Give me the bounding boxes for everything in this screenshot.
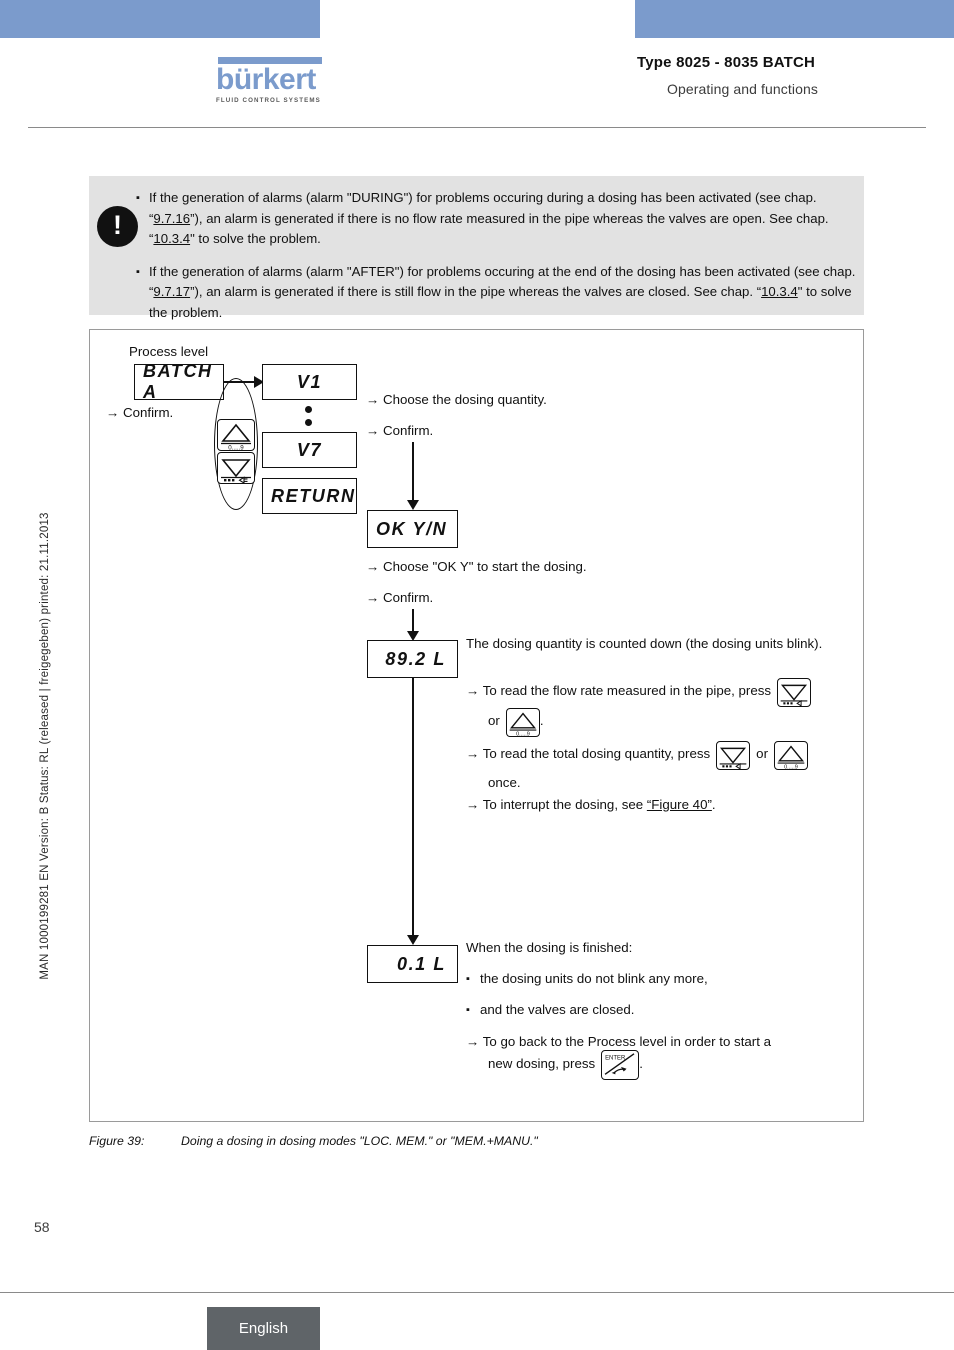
up-arrow-key[interactable]: 0.....9 bbox=[505, 708, 540, 737]
read-flow-conjunction: or bbox=[488, 713, 500, 728]
interrupt-text: → To interrupt the dosing, see bbox=[466, 797, 647, 812]
figure-caption-number: Figure 39: bbox=[89, 1134, 145, 1148]
svg-text:0.....9: 0.....9 bbox=[228, 445, 244, 451]
goback-text: → To go back to the Process level in ord… bbox=[466, 1034, 771, 1049]
connector-line bbox=[412, 678, 414, 941]
header-divider bbox=[28, 127, 926, 128]
finished-bullet-2: ▪ and the valves are closed. bbox=[466, 1000, 846, 1020]
read-flow-text: → To read the flow rate measured in the … bbox=[466, 683, 772, 698]
burkert-logo: bürkert FLUID CONTROL SYSTEMS bbox=[216, 57, 340, 104]
display-finished: 0.1 L bbox=[367, 945, 458, 983]
process-level-label: Process level bbox=[129, 344, 209, 359]
step-choose-ok: → Choose "OK Y" to start the dosing. bbox=[366, 559, 587, 574]
ellipsis-dot bbox=[305, 419, 312, 426]
note-text-part: ”), an alarm is generated if there is st… bbox=[190, 284, 762, 299]
display-batch: BATCH A bbox=[134, 361, 224, 402]
chapter-link[interactable]: 9.7.16 bbox=[153, 211, 190, 226]
note-text: If the generation of alarms (alarm "AFTE… bbox=[149, 262, 856, 324]
svg-text:ENTER: ENTER bbox=[605, 1055, 626, 1061]
finished-bullet-1-text: the dosing units do not blink any more, bbox=[480, 971, 708, 986]
note-bullet: ▪ bbox=[136, 192, 140, 204]
warning-note-box: ! ▪ If the generation of alarms (alarm "… bbox=[89, 176, 864, 320]
page-number: 58 bbox=[34, 1219, 50, 1235]
goback-instruction: → To go back to the Process level in ord… bbox=[466, 1032, 866, 1080]
confirm-label-left: → Confirm. bbox=[106, 405, 174, 420]
figure-caption-text: Doing a dosing in dosing modes "LOC. MEM… bbox=[181, 1134, 538, 1148]
step-confirm-1: → Confirm. bbox=[366, 423, 434, 438]
display-v7: V7 bbox=[262, 432, 357, 468]
down-arrow-key[interactable] bbox=[777, 678, 812, 707]
exclamation-icon: ! bbox=[97, 206, 138, 247]
read-flow-instruction: → To read the flow rate measured in the … bbox=[466, 678, 851, 737]
enter-key[interactable]: ENTER bbox=[601, 1050, 640, 1080]
interrupt-end: . bbox=[711, 797, 716, 812]
footer-divider bbox=[0, 1292, 954, 1293]
logo-wordmark: bürkert bbox=[216, 63, 316, 96]
read-total-end: once. bbox=[488, 775, 521, 790]
logo-tagline: FLUID CONTROL SYSTEMS bbox=[216, 96, 321, 104]
document-title: Type 8025 - 8035 BATCH bbox=[637, 54, 816, 71]
connector-line bbox=[412, 442, 414, 504]
ellipsis-dot bbox=[305, 406, 312, 413]
document-metadata-sidebar: MAN 1000199281 EN Version: B Status: RL … bbox=[39, 512, 51, 980]
figure-caption: Figure 39: Doing a dosing in dosing modes… bbox=[89, 1134, 538, 1148]
counting-description: The dosing quantity is counted down (the… bbox=[466, 636, 823, 651]
document-subtitle: Operating and functions bbox=[667, 81, 818, 97]
figure-39-diagram: Process level BATCH A → Confirm. V1 V7 R… bbox=[89, 329, 864, 1122]
language-tab: English bbox=[207, 1307, 320, 1350]
note-text-part: " to solve the problem. bbox=[190, 231, 321, 246]
read-total-instruction: → To read the total dosing quantity, pre… bbox=[466, 741, 866, 793]
goback-text-2: new dosing, press bbox=[488, 1056, 596, 1071]
display-return: RETURN bbox=[262, 478, 357, 514]
interrupt-instruction: → To interrupt the dosing, see “Figure 4… bbox=[466, 795, 856, 815]
chapter-link[interactable]: 10.3.4 bbox=[761, 284, 798, 299]
chapter-link[interactable]: 10.3.4 bbox=[153, 231, 190, 246]
up-arrow-key[interactable]: 0.....9 bbox=[217, 419, 255, 451]
note-text: If the generation of alarms (alarm "DURI… bbox=[149, 188, 856, 250]
arrowhead-icon bbox=[407, 935, 419, 945]
figure-link[interactable]: “Figure 40” bbox=[647, 797, 712, 812]
note-bullet: ▪ bbox=[136, 265, 140, 278]
finished-bullet-1: ▪ the dosing units do not blink any more… bbox=[466, 969, 846, 989]
read-total-text: → To read the total dosing quantity, pre… bbox=[466, 746, 711, 761]
down-arrow-key[interactable] bbox=[716, 741, 751, 770]
display-counting: 89.2 L bbox=[367, 640, 458, 678]
read-total-conjunction: or bbox=[756, 746, 768, 761]
arrowhead-icon bbox=[407, 500, 419, 510]
header-accent-bar-right bbox=[635, 0, 954, 38]
bullet-glyph: ▪ bbox=[466, 973, 470, 985]
display-v1: V1 bbox=[262, 364, 357, 400]
note-item: ▪ If the generation of alarms (alarm "AF… bbox=[136, 262, 856, 324]
down-arrow-key[interactable] bbox=[217, 452, 255, 484]
up-arrow-key[interactable]: 0.....9 bbox=[774, 741, 808, 770]
finished-bullet-2-text: and the valves are closed. bbox=[480, 1002, 635, 1017]
finished-title: When the dosing is finished: bbox=[466, 940, 633, 955]
svg-text:0.....9: 0.....9 bbox=[784, 764, 798, 769]
step-choose-quantity: → Choose the dosing quantity. bbox=[366, 392, 547, 407]
header-accent-bar-left bbox=[0, 0, 320, 38]
bullet-glyph: ▪ bbox=[466, 1004, 470, 1016]
display-ok-yn: OK Y/N bbox=[367, 510, 458, 548]
goback-end: . bbox=[639, 1056, 643, 1071]
svg-text:0.....9: 0.....9 bbox=[516, 731, 530, 736]
step-confirm-2: → Confirm. bbox=[366, 590, 434, 605]
note-item: ▪ If the generation of alarms (alarm "DU… bbox=[136, 188, 856, 250]
note-list: ▪ If the generation of alarms (alarm "DU… bbox=[136, 188, 856, 332]
read-flow-end: . bbox=[539, 713, 544, 728]
exclamation-glyph: ! bbox=[113, 210, 122, 240]
chapter-link[interactable]: 9.7.17 bbox=[153, 284, 190, 299]
